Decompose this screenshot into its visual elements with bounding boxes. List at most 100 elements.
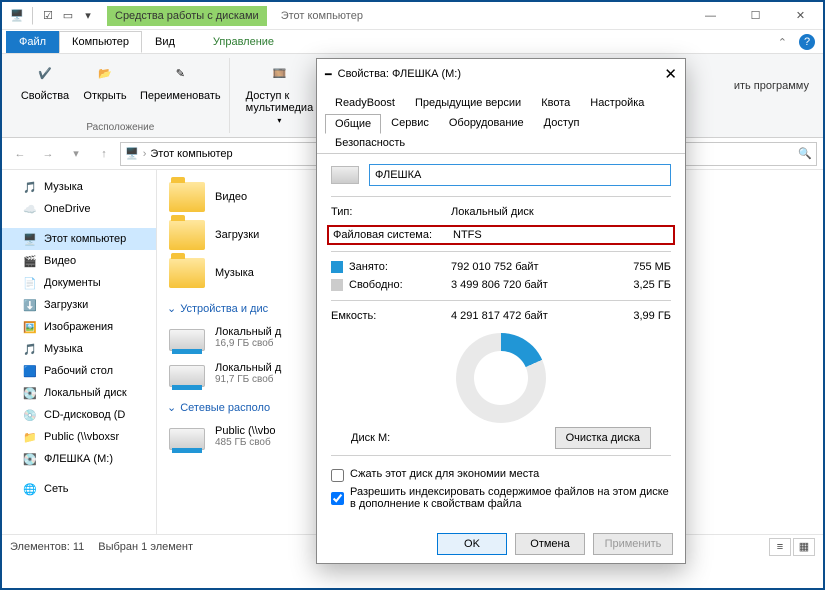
used-bytes: 792 010 752 байт — [451, 261, 611, 273]
ok-button[interactable]: OK — [437, 533, 507, 555]
sidebar-item-desktop[interactable]: 🟦 Рабочий стол — [2, 360, 156, 382]
sidebar-item-label: OneDrive — [44, 203, 90, 215]
sidebar-item-label: Документы — [44, 277, 101, 289]
qat-checkbox-icon[interactable]: ☑ — [39, 7, 57, 25]
free-bytes: 3 499 806 720 байт — [451, 279, 611, 291]
compress-checkbox[interactable] — [331, 469, 344, 482]
sidebar-item-label: Видео — [44, 255, 76, 267]
onedrive-icon: ☁️ — [22, 201, 38, 217]
back-button[interactable]: ← — [8, 142, 32, 166]
sidebar-item-flash[interactable]: 💽ФЛЕШКА (M:) — [2, 448, 156, 470]
dialog-tab[interactable]: Безопасность — [325, 133, 415, 153]
ribbon-collapse-icon[interactable]: ⌃ — [778, 36, 787, 49]
dialog-tab[interactable]: Доступ — [534, 113, 590, 133]
dialog-tab[interactable]: Предыдущие версии — [405, 93, 531, 113]
multimedia-button[interactable]: 🎞️Доступ к мультимедиа▾ — [246, 58, 314, 125]
dialog-tab[interactable]: ReadyBoost — [325, 93, 405, 113]
sidebar-item-label: Музыка — [44, 343, 83, 355]
sidebar: 🎵Музыка☁️OneDrive🖥️Этот компьютер🎬Видео📄… — [2, 170, 157, 534]
forward-button[interactable]: → — [36, 142, 60, 166]
sidebar-item-public[interactable]: 📁 Public (\\vboxsr — [2, 426, 156, 448]
qat-new-icon[interactable]: ▭ — [59, 7, 77, 25]
netloc-sub: 485 ГБ своб — [215, 437, 276, 448]
tab-computer[interactable]: Компьютер — [59, 31, 142, 53]
checkmark-icon: ✔️ — [30, 58, 60, 88]
recent-dropdown[interactable]: ▾ — [64, 142, 88, 166]
window-title: Этот компьютер — [281, 10, 363, 22]
ribbon-group-network: 🎞️Доступ к мультимедиа▾ — [238, 58, 322, 133]
maximize-button[interactable]: ☐ — [733, 2, 778, 30]
folder-label: Музыка — [215, 267, 254, 279]
tiles-view-button[interactable]: ▦ — [793, 538, 815, 556]
tab-file[interactable]: Файл — [6, 31, 59, 53]
open-folder-icon: 📂 — [90, 58, 120, 88]
tab-view[interactable]: Вид — [142, 31, 188, 53]
up-button[interactable]: ↑ — [92, 142, 116, 166]
address-text: Этот компьютер — [150, 148, 232, 160]
close-button[interactable]: ✕ — [778, 2, 823, 30]
images-icon: 🖼️ — [22, 319, 38, 335]
dialog-tabs: ReadyBoostПредыдущие версииКвотаНастройк… — [317, 89, 685, 154]
free-label: Свободно: — [331, 279, 451, 291]
volume-name-input[interactable] — [369, 164, 671, 186]
ribbon-tabs: Файл Компьютер Вид Управление ⌃ ? — [2, 30, 823, 54]
pc-icon: 🖥️ — [125, 147, 139, 160]
sidebar-item-onedrive[interactable]: ☁️ OneDrive — [2, 198, 156, 220]
public-icon: 📁 — [22, 429, 38, 445]
sidebar-item-video[interactable]: 🎬Видео — [2, 250, 156, 272]
sidebar-item-docs[interactable]: 📄 Документы — [2, 272, 156, 294]
apply-button[interactable]: Применить — [593, 533, 673, 555]
multimedia-icon: 🎞️ — [264, 58, 294, 88]
sidebar-item-label: Public (\\vboxsr — [44, 431, 119, 443]
flash-icon: 💽 — [22, 451, 38, 467]
tab-manage[interactable]: Управление — [200, 31, 287, 53]
dialog-tab[interactable]: Квота — [531, 93, 580, 113]
sidebar-item-cddrive[interactable]: 💿CD-дисковод (D — [2, 404, 156, 426]
thispc-icon: 🖥️ — [22, 231, 38, 247]
usage-donut-chart — [456, 333, 546, 423]
drive-label: Локальный д — [215, 362, 281, 374]
details-view-button[interactable]: ≡ — [769, 538, 791, 556]
qat-dropdown-icon[interactable]: ▾ — [79, 7, 97, 25]
sidebar-item-localdisk[interactable]: 💽Локальный диск — [2, 382, 156, 404]
network-drive-icon — [169, 428, 205, 450]
quick-access-toolbar: 🖥️ ☑ ▭ ▾ — [2, 7, 97, 25]
folder-icon — [169, 258, 205, 288]
desktop-icon: 🟦 — [22, 363, 38, 379]
docs-icon: 📄 — [22, 275, 38, 291]
sidebar-item-label: Локальный диск — [44, 387, 127, 399]
sidebar-item-music[interactable]: 🎵Музыка — [2, 176, 156, 198]
open-button[interactable]: 📂Открыть — [80, 58, 130, 102]
drive-icon — [169, 329, 205, 351]
disk-label: Диск M: — [351, 432, 390, 444]
minimize-button[interactable]: — — [688, 2, 733, 30]
rename-button[interactable]: ✎Переименовать — [140, 58, 221, 102]
status-selected: Выбран 1 элемент — [98, 541, 193, 553]
dialog-tab[interactable]: Общие — [325, 114, 381, 134]
type-value: Локальный диск — [451, 206, 671, 218]
index-checkbox[interactable] — [331, 487, 344, 510]
disk-cleanup-button[interactable]: Очистка диска — [555, 427, 651, 449]
dialog-title-bar: ━ Свойства: ФЛЕШКА (M:) ✕ — [317, 59, 685, 89]
chevron-down-icon: ⌄ — [167, 401, 176, 414]
sidebar-item-label: Рабочий стол — [44, 365, 113, 377]
drive-sub: 91,7 ГБ своб — [215, 374, 281, 385]
sidebar-item-images[interactable]: 🖼️Изображения — [2, 316, 156, 338]
sidebar-item-network[interactable]: 🌐Сеть — [2, 478, 156, 500]
help-icon[interactable]: ? — [799, 34, 815, 50]
sidebar-item-downloads[interactable]: ⬇️Загрузки — [2, 294, 156, 316]
sidebar-item-music2[interactable]: 🎵 Музыка — [2, 338, 156, 360]
sidebar-item-thispc[interactable]: 🖥️Этот компьютер — [2, 228, 156, 250]
dialog-close-button[interactable]: ✕ — [664, 65, 677, 83]
folder-icon — [169, 182, 205, 212]
app-icon: 🖥️ — [8, 7, 26, 25]
cancel-button[interactable]: Отмена — [515, 533, 585, 555]
properties-button[interactable]: ✔️Свойства — [20, 58, 70, 102]
dialog-tab[interactable]: Сервис — [381, 113, 439, 133]
status-item-count: Элементов: 11 — [10, 541, 84, 553]
music2-icon: 🎵 — [22, 341, 38, 357]
dialog-tab[interactable]: Настройка — [580, 93, 654, 113]
dialog-tab[interactable]: Оборудование — [439, 113, 534, 133]
ribbon-partial-label: ить программу — [734, 80, 809, 92]
search-icon: 🔍 — [798, 147, 812, 160]
